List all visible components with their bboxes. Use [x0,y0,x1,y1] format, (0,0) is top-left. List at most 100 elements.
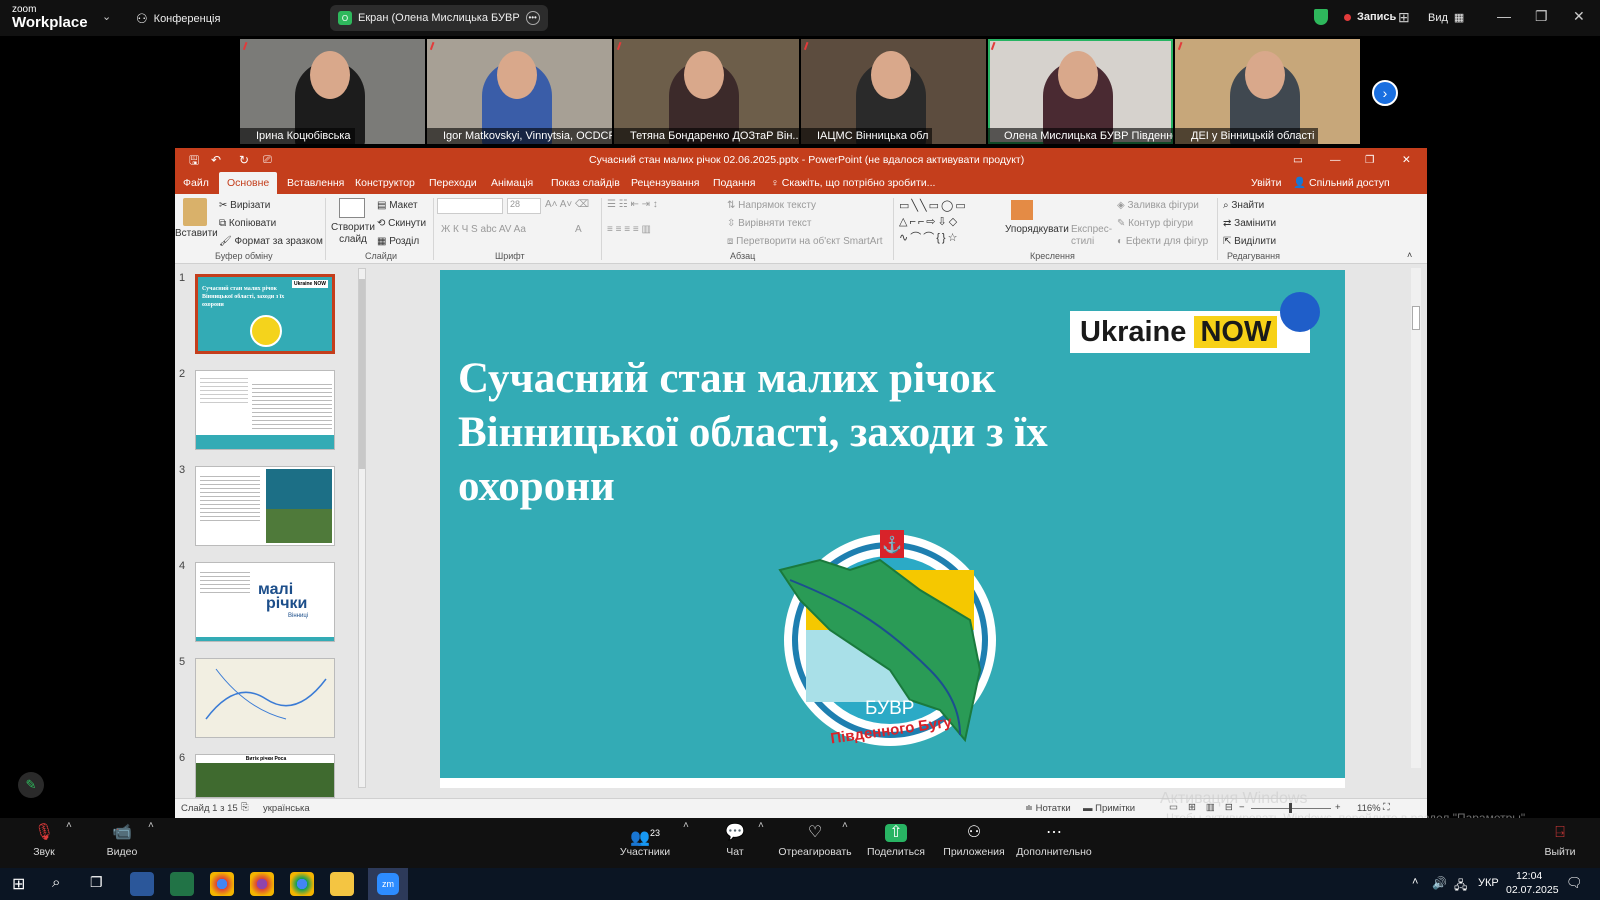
slide-canvas[interactable]: Сучасний стан малих річок Вінницької обл… [440,270,1345,778]
spellcheck-icon[interactable]: ⎘ [241,802,249,813]
font-size-input[interactable]: 28 [507,198,541,214]
new-slide-icon[interactable] [339,198,365,218]
collapse-ribbon-icon[interactable]: ˄ [1407,250,1412,260]
save-icon[interactable]: 🖫 [189,148,199,172]
tab-design[interactable]: Конструктор [347,172,423,194]
slide-thumb-5[interactable] [195,658,335,738]
participant-tile[interactable]: Тетяна Бондаренко ДОЗтаР Він... [614,39,799,144]
input-language[interactable]: УКР [1478,877,1499,889]
slide-thumb-4[interactable]: малі річки Вінниці [195,562,335,642]
font-color-icon[interactable]: A [575,224,582,235]
start-slideshow-icon[interactable]: ⎚ [263,148,272,172]
chrome-profile-icon[interactable] [250,872,274,896]
participant-tile[interactable]: Олена Мислицька БУВР Південног... [988,39,1173,144]
participants-options-icon[interactable]: ˄ [683,820,689,831]
align-text-button[interactable]: ⇳ Вирівняти текст [727,218,812,229]
font-grow-icon[interactable]: A˄ A˅ ⌫ [545,199,589,210]
language-status[interactable]: українська [263,803,310,814]
tab-review[interactable]: Рецензування [623,172,707,194]
video-options-icon[interactable]: ˄ [148,820,154,831]
file-explorer-icon[interactable] [330,872,354,896]
react-options-icon[interactable]: ˄ [842,820,848,831]
task-view-icon[interactable]: ❐ [90,874,103,891]
thumbs-scrollbar[interactable] [358,268,366,788]
minimize-icon[interactable]: — [1497,8,1511,24]
align-buttons[interactable]: ≡ ≡ ≡ ≡ ▥ [607,224,651,235]
participant-tile[interactable]: Igor Matkovskyi, Vinnytsia, OCDCP [427,39,612,144]
text-direction-button[interactable]: ⇅ Напрямок тексту [727,200,816,211]
slide-title[interactable]: Сучасний стан малих річок Вінницької обл… [458,352,1098,514]
grid-icon[interactable]: ⊞ [1398,9,1410,26]
paste-icon[interactable] [183,198,207,226]
tab-file[interactable]: Файл [175,172,217,194]
volume-icon[interactable]: 🔊 [1432,876,1447,890]
comments-button[interactable]: ▬ Примітки [1083,803,1135,814]
cut-button[interactable]: ✂ Вирізати [219,200,270,211]
find-button[interactable]: ⌕ Знайти [1223,200,1264,211]
paste-button[interactable]: Вставити [175,228,218,239]
screen-share-indicator[interactable]: О Екран (Олена Мислицька БУВР ••• [330,5,548,31]
ppt-close-icon[interactable]: ✕ [1402,148,1411,172]
reset-button[interactable]: ⟲ Скинути [377,218,426,229]
slide-scrollbar[interactable] [1411,268,1421,768]
tab-insert[interactable]: Вставлення [279,172,352,194]
chrome-app-icon[interactable] [210,872,234,896]
chat-button[interactable]: 💬 Чат [717,824,753,858]
layout-button[interactable]: ▤ Макет [377,200,418,211]
chat-options-icon[interactable]: ˄ [758,820,764,831]
format-painter-button[interactable]: 🖌 Формат за зразком [219,236,323,247]
quick-styles-button[interactable]: Експрес-стилі [1071,224,1112,248]
ppt-restore-icon[interactable]: ❐ [1365,148,1374,172]
network-icon[interactable]: 🖧 [1454,876,1467,897]
list-buttons[interactable]: ☰ ☷ ⇤ ⇥ ↕ [607,199,658,210]
clock-date[interactable]: 02.07.2025 [1506,884,1559,896]
shapes-gallery[interactable]: ▭╲╲▭◯▭ △⌐⌐⇨⇩◇ ∿⌒⌒{}☆ [899,198,999,246]
tab-home[interactable]: Основне [219,172,278,194]
slide-thumb-1[interactable]: Сучасний стан малих річок Вінницької обл… [195,274,335,354]
slide-thumb-6[interactable]: Витік річки Роса [195,754,335,798]
audio-options-icon[interactable]: ˄ [66,820,72,831]
annotate-pencil-icon[interactable]: ✎ [18,772,44,798]
audio-button[interactable]: 🎙 Звук [26,824,62,858]
shape-outline-button[interactable]: ✎ Контур фігури [1117,218,1193,229]
more-options-icon[interactable]: ••• [525,11,540,25]
notes-button[interactable]: ≐ Нотатки [1025,803,1071,814]
participants-button[interactable]: 👥23 Участники [615,824,675,858]
arrange-icon[interactable] [1011,200,1033,220]
windows-start-icon[interactable]: ⊞ [12,874,25,894]
font-style-buttons[interactable]: Ж К Ч S abc AV Aa [441,224,526,235]
select-button[interactable]: ⇱ Виділити [1223,236,1276,247]
restore-icon[interactable]: ❐ [1535,8,1548,25]
tray-expand-icon[interactable]: ˄ [1412,876,1418,888]
apps-button[interactable]: ⚇ Приложения [942,824,1006,858]
tab-transitions[interactable]: Переходи [421,172,485,194]
next-page-button[interactable]: › [1372,80,1398,106]
sign-in-link[interactable]: Увійти [1243,172,1290,194]
tell-me-box[interactable]: ♀ Скажіть, що потрібно зробити... [763,172,943,194]
slide-thumb-2[interactable] [195,370,335,450]
leave-button[interactable]: ⍈ Выйти [1542,824,1578,858]
view-menu[interactable]: Вид ▦ [1428,11,1464,25]
participant-tile[interactable]: ДЕІ у Вінницькій області [1175,39,1360,144]
record-indicator[interactable]: Запись [1344,11,1396,23]
close-icon[interactable]: ✕ [1573,8,1585,25]
ribbon-display-icon[interactable]: ▭ [1293,148,1303,172]
conference-menu[interactable]: ⚇ Конференція [136,11,220,27]
word-app-icon[interactable] [130,872,154,896]
replace-button[interactable]: ⇄ Замінити [1223,218,1276,229]
slide-thumb-3[interactable] [195,466,335,546]
more-button[interactable]: ⋯ Дополнительно [1016,824,1092,858]
tab-animations[interactable]: Анімація [483,172,541,194]
section-button[interactable]: ▦ Розділ [377,236,419,247]
font-name-input[interactable] [437,198,503,214]
clock-time[interactable]: 12:04 [1516,870,1542,882]
ppt-minimize-icon[interactable]: — [1330,148,1341,172]
participant-tile[interactable]: ІАЦМС Вінницька обл [801,39,986,144]
zoom-app-icon[interactable]: zm [368,868,408,900]
share-button[interactable]: 👤 Спільний доступ [1285,172,1398,194]
notification-icon[interactable]: 🗨 [1566,875,1583,891]
arrange-button[interactable]: Упорядкувати [1005,224,1069,235]
excel-app-icon[interactable] [170,872,194,896]
smartart-button[interactable]: ⧈ Перетворити на об'єкт SmartArt [727,236,883,247]
shape-effects-button[interactable]: ◐ Ефекти для фігур [1117,236,1208,247]
